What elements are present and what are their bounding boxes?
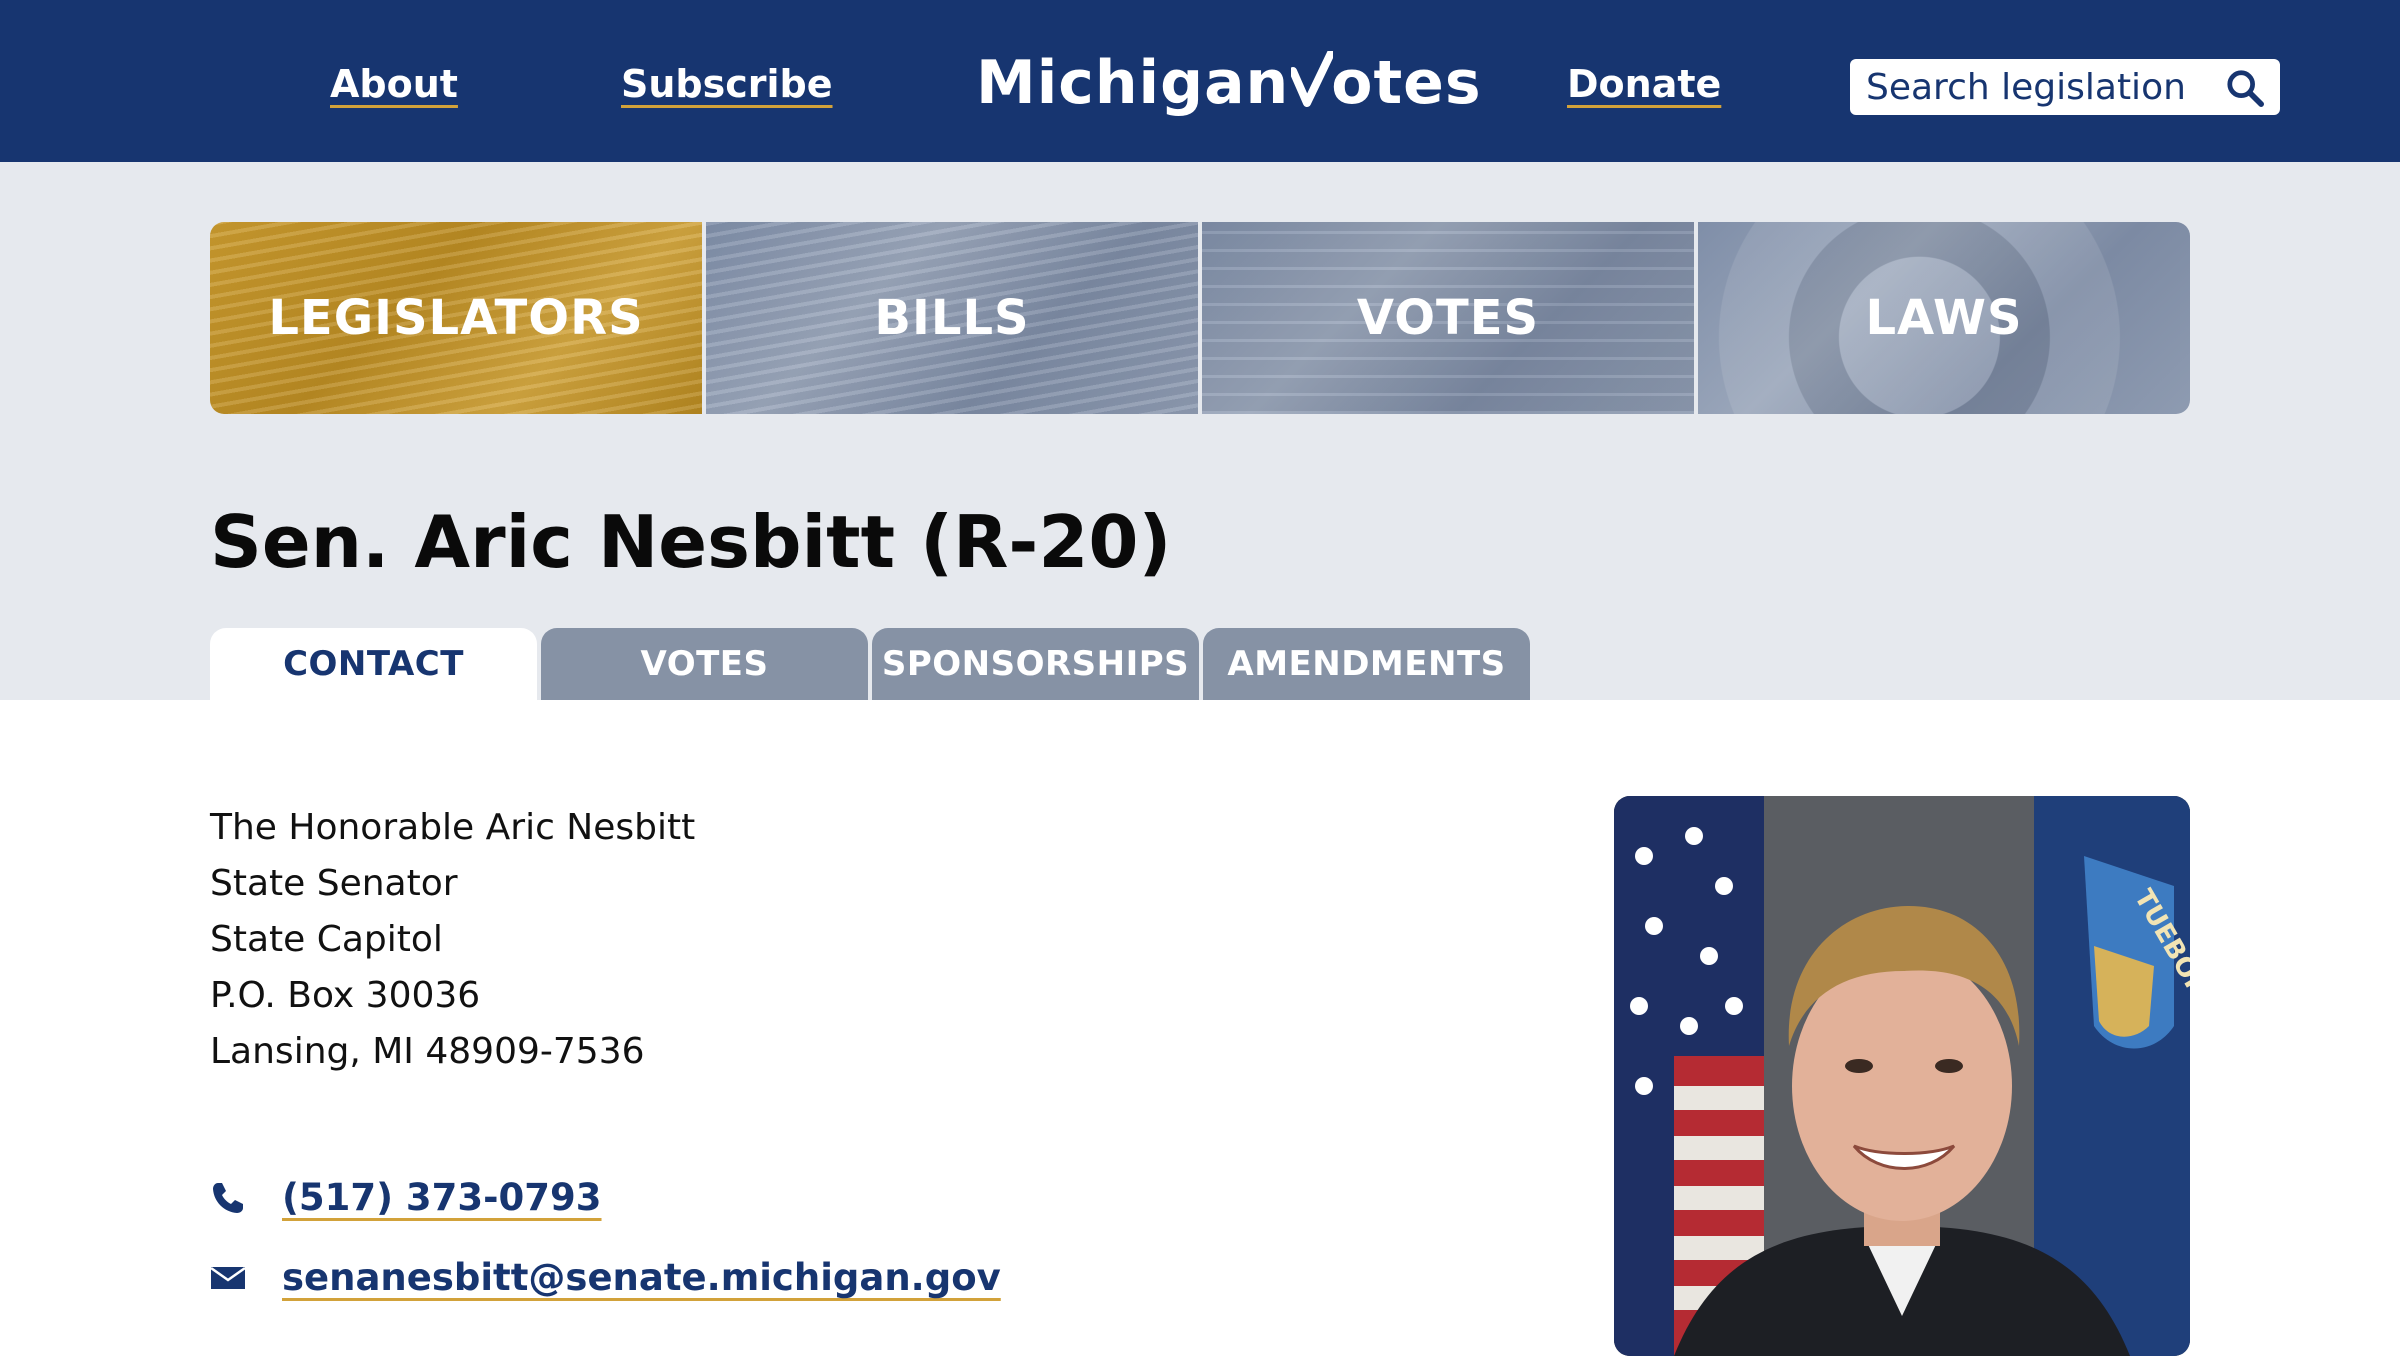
envelope-icon: [210, 1266, 246, 1289]
category-label: LEGISLATORS: [268, 290, 644, 346]
category-tile-bills[interactable]: BILLS: [706, 222, 1198, 414]
site-logo[interactable]: Michigan otes: [976, 48, 1482, 118]
mailing-address: The Honorable Aric Nesbitt State Senator…: [210, 800, 695, 1080]
tab-sponsorships[interactable]: SPONSORSHIPS: [872, 628, 1199, 700]
tab-votes[interactable]: VOTES: [541, 628, 868, 700]
email-link[interactable]: senanesbitt@senate.michigan.gov: [282, 1256, 1001, 1299]
category-tile-laws[interactable]: LAWS: [1698, 222, 2190, 414]
phone-row: (517) 373-0793: [210, 1176, 602, 1219]
nav-about-link[interactable]: About: [330, 62, 458, 106]
category-tile-legislators[interactable]: LEGISLATORS: [210, 222, 702, 414]
address-line: State Capitol: [210, 919, 443, 960]
page-title: Sen. Aric Nesbitt (R-20): [210, 500, 1172, 584]
category-label: BILLS: [874, 290, 1030, 346]
checkmark-icon: [1289, 49, 1336, 107]
category-label: VOTES: [1356, 290, 1540, 346]
search-icon[interactable]: [2226, 69, 2264, 107]
phone-link[interactable]: (517) 373-0793: [282, 1176, 602, 1219]
logo-text-michigan: Michigan: [976, 48, 1290, 118]
site-header: About Subscribe Michigan otes Donate: [0, 0, 2400, 162]
nav-donate-link[interactable]: Donate: [1567, 62, 1721, 106]
address-line: P.O. Box 30036: [210, 975, 481, 1016]
email-row: senanesbitt@senate.michigan.gov: [210, 1256, 1001, 1299]
search-box: [1850, 59, 2280, 115]
category-label: LAWS: [1865, 290, 2023, 346]
nav-subscribe-link[interactable]: Subscribe: [621, 62, 833, 106]
address-line: State Senator: [210, 863, 458, 904]
address-line: Lansing, MI 48909-7536: [210, 1031, 645, 1072]
legislator-tabs: CONTACT VOTES SPONSORSHIPS AMENDMENTS: [210, 628, 1530, 700]
logo-text-otes: otes: [1331, 48, 1482, 118]
tab-contact[interactable]: CONTACT: [210, 628, 537, 700]
category-nav: LEGISLATORS BILLS VOTES LAWS: [210, 222, 2190, 414]
category-tile-votes[interactable]: VOTES: [1202, 222, 1694, 414]
phone-icon: [213, 1182, 243, 1213]
search-input[interactable]: [1866, 65, 2206, 109]
address-line: The Honorable Aric Nesbitt: [210, 807, 696, 848]
legislator-photo: TUEBOR: [1614, 796, 2190, 1356]
tab-amendments[interactable]: AMENDMENTS: [1203, 628, 1530, 700]
